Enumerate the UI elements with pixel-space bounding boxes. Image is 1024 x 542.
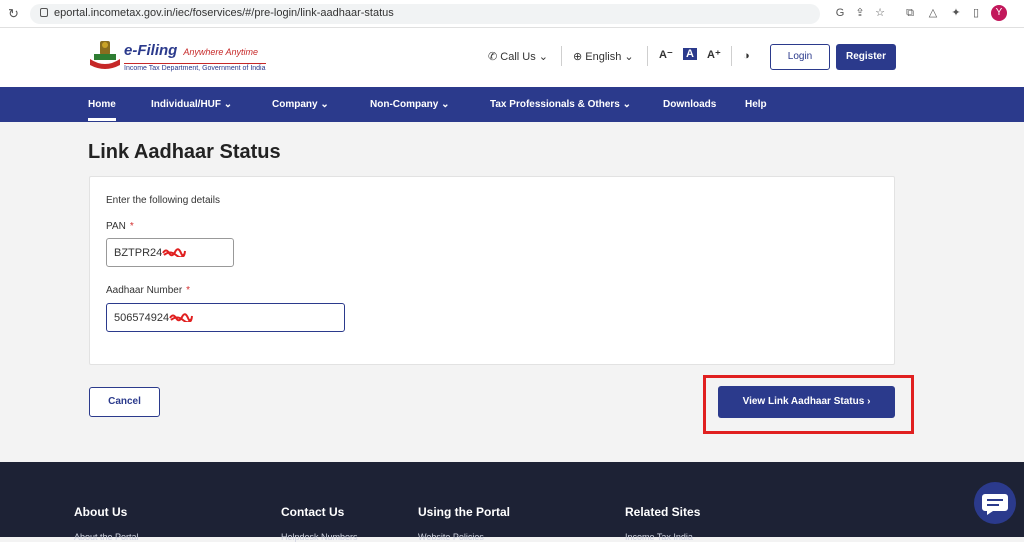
- footer-link[interactable]: Income Tax India: [625, 532, 693, 542]
- aadhaar-label: Aadhaar Number *: [106, 285, 190, 296]
- aadhaar-value: 506574924: [114, 312, 170, 324]
- view-status-label: View Link Aadhaar Status: [742, 396, 865, 407]
- nav-item-home[interactable]: Home: [88, 99, 116, 121]
- globe-icon: ⊕: [573, 51, 583, 63]
- nav-item-help[interactable]: Help: [745, 99, 767, 110]
- view-link-aadhaar-status-button[interactable]: View Link Aadhaar Status ›: [718, 386, 895, 418]
- extension-icon[interactable]: △: [925, 5, 941, 21]
- chat-button[interactable]: [974, 482, 1016, 524]
- pan-value: BZTPR24: [114, 247, 163, 259]
- footer-link[interactable]: Website Policies: [418, 532, 484, 542]
- footer-heading-using-portal: Using the Portal: [418, 505, 511, 519]
- nav-label: Individual/HUF: [151, 99, 221, 110]
- divider: [647, 46, 648, 66]
- nav-label: Non-Company: [370, 99, 439, 110]
- emblem-icon: [90, 41, 120, 69]
- chat-bubble-icon: [982, 494, 1008, 515]
- chevron-down-icon: ⌄: [538, 51, 549, 63]
- required-mark: *: [186, 285, 191, 296]
- pan-input[interactable]: BZTPR24: [106, 238, 234, 267]
- contrast-icon[interactable]: ◑: [743, 50, 750, 62]
- chevron-down-icon: ⌄: [320, 99, 329, 110]
- footer-link[interactable]: About the Portal: [74, 532, 139, 542]
- call-us-dropdown[interactable]: ✆ Call Us ⌄: [488, 50, 548, 63]
- lock-icon: [40, 8, 48, 17]
- nav-item-company[interactable]: Company ⌄: [272, 99, 329, 110]
- nav-item-downloads[interactable]: Downloads: [663, 99, 716, 110]
- divider: [731, 46, 732, 66]
- site-footer: About Us Contact Us Using the Portal Rel…: [0, 462, 1024, 542]
- main-navigation: Home Individual/HUF ⌄ Company ⌄ Non-Comp…: [0, 87, 1024, 122]
- pan-label-text: PAN: [106, 221, 126, 232]
- footer-link[interactable]: Helpdesk Numbers: [281, 532, 358, 542]
- aadhaar-label-text: Aadhaar Number: [106, 285, 183, 296]
- details-form-card: Enter the following details PAN * BZTPR24…: [89, 176, 895, 365]
- page-title: Link Aadhaar Status: [88, 141, 281, 163]
- footer-heading-related-sites: Related Sites: [625, 505, 701, 519]
- font-decrease-button[interactable]: A⁻: [659, 48, 673, 61]
- font-normal-button[interactable]: A: [683, 48, 697, 60]
- login-button[interactable]: Login: [770, 44, 830, 70]
- font-increase-button[interactable]: A⁺: [707, 48, 721, 61]
- register-button[interactable]: Register: [836, 44, 896, 70]
- share-icon[interactable]: ⇪: [852, 5, 868, 21]
- puzzle-icon[interactable]: ✦: [948, 5, 964, 21]
- reload-icon[interactable]: ↻: [8, 6, 19, 22]
- footer-heading-about: About Us: [74, 505, 128, 519]
- call-us-label: Call Us: [500, 51, 536, 63]
- nav-label: Company: [272, 99, 318, 110]
- redaction-scribble: [162, 248, 187, 257]
- redaction-scribble: [169, 313, 194, 322]
- nav-item-tax-professionals[interactable]: Tax Professionals & Others ⌄: [490, 99, 631, 110]
- nav-item-individual-huf[interactable]: Individual/HUF ⌄: [151, 99, 232, 110]
- chevron-down-icon: ⌄: [441, 99, 450, 110]
- chevron-down-icon: ⌄: [624, 51, 634, 63]
- required-mark: *: [129, 221, 134, 232]
- nav-item-non-company[interactable]: Non-Company ⌄: [370, 99, 450, 110]
- site-logo[interactable]: e-Filing Anywhere Anytime Income Tax Depa…: [124, 42, 266, 72]
- google-icon[interactable]: G: [832, 5, 848, 21]
- translate-icon[interactable]: ⧉: [902, 5, 918, 21]
- logo-title: e-Filing: [124, 42, 178, 59]
- divider: [561, 46, 562, 66]
- logo-tagline: Anywhere Anytime: [183, 47, 259, 57]
- chevron-down-icon: ⌄: [622, 99, 632, 110]
- browser-toolbar: ↻ eportal.incometax.gov.in/iec/foservice…: [0, 0, 1024, 28]
- pan-label: PAN *: [106, 221, 134, 232]
- logo-subtitle: Income Tax Department, Government of Ind…: [124, 63, 266, 72]
- chevron-right-icon: ›: [867, 396, 871, 407]
- url-text: eportal.incometax.gov.in/iec/foservices/…: [54, 7, 394, 19]
- footer-heading-contact: Contact Us: [281, 505, 345, 519]
- address-bar[interactable]: eportal.incometax.gov.in/iec/foservices/…: [30, 4, 820, 24]
- bookmark-star-icon[interactable]: ☆: [872, 5, 888, 21]
- site-header: e-Filing Anywhere Anytime Income Tax Depa…: [0, 28, 1024, 87]
- nav-label: Tax Professionals & Others: [490, 99, 620, 110]
- cancel-button[interactable]: Cancel: [89, 387, 160, 417]
- chevron-down-icon: ⌄: [223, 99, 233, 110]
- phone-icon: ✆: [488, 51, 498, 63]
- sidebar-icon[interactable]: ▯: [968, 5, 984, 21]
- profile-avatar[interactable]: Y: [991, 5, 1007, 21]
- aadhaar-input[interactable]: 506574924: [106, 303, 345, 332]
- language-dropdown[interactable]: ⊕ English ⌄: [573, 50, 634, 63]
- language-label: English: [585, 51, 622, 63]
- form-instructions: Enter the following details: [106, 195, 220, 206]
